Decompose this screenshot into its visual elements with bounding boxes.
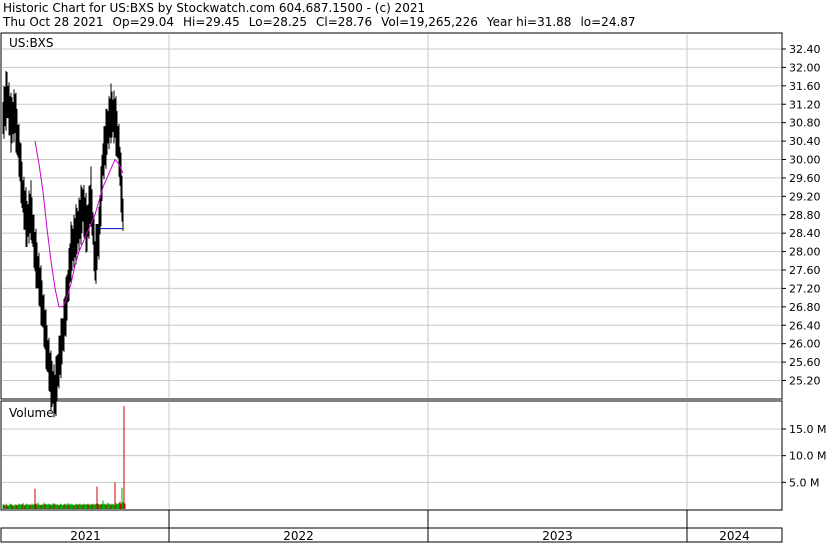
price-panel-title: US:BXS [9,36,54,50]
price-tick-label: 32.40 [789,43,821,56]
price-tick-label: 31.20 [789,98,821,111]
price-tick-label: 26.80 [789,301,821,314]
price-tick-label: 25.60 [789,356,821,369]
volume-tick-label: 15.0 M [789,423,826,436]
date-axis-labels: 2021 2022 2023 2024 [70,510,750,543]
price-tick-label: 26.00 [789,338,821,351]
date-axis-frame [0,527,783,543]
price-tick-label: 26.40 [789,319,821,332]
volume-tick-label: 5.0 M [789,476,819,489]
price-tick-label: 29.20 [789,190,821,203]
year-label: 2024 [719,529,750,543]
year-label: 2023 [542,529,573,543]
volume-axis-ticks: 15.0 M 10.0 M 5.0 M [782,423,826,489]
year-label: 2021 [70,529,101,543]
price-tick-label: 27.60 [789,264,821,277]
price-tick-label: 30.40 [789,135,821,148]
price-tick-label: 28.80 [789,209,821,222]
year-label: 2022 [283,529,314,543]
price-tick-label: 28.00 [789,246,821,259]
price-tick-label: 31.60 [789,80,821,93]
price-tick-label: 30.80 [789,117,821,130]
price-axis-ticks: 32.40 32.00 31.60 31.20 30.80 30.40 30.00 29.60… [782,43,821,388]
volume-gridlines [2,402,782,509]
volume-tick-label: 10.0 M [789,450,826,463]
price-tick-label: 30.00 [789,154,821,167]
volume-panel-title: Volume [9,406,54,420]
price-tick-label: 29.60 [789,172,821,185]
price-tick-label: 32.00 [789,61,821,74]
price-volume-chart: US:BXS Volume 32.4032.0031.6031.2030.803… [0,32,826,543]
price-tick-label: 25.20 [789,375,821,388]
price-tick-label: 27.20 [789,282,821,295]
price-gridlines [2,34,782,398]
price-tick-label: 28.40 [789,227,821,240]
volume-bars [2,406,126,509]
